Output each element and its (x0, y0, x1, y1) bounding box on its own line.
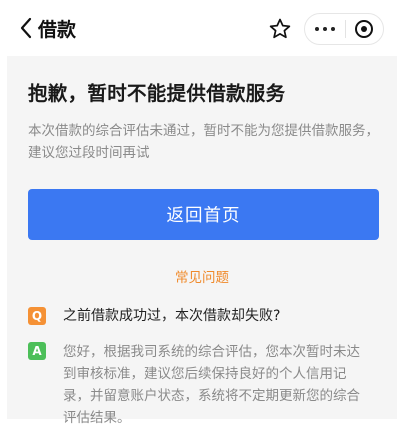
answer-badge: A (28, 342, 46, 360)
chevron-left-icon (20, 17, 32, 39)
faq-title: 常见问题 (175, 270, 229, 286)
target-circle-icon (355, 20, 374, 38)
favorite-button[interactable] (268, 17, 292, 41)
more-button[interactable] (305, 14, 345, 44)
result-headline: 抱歉，暂时不能提供借款服务 (28, 82, 286, 105)
navigation-bar: 借款 (0, 0, 404, 56)
more-dots-icon (314, 27, 335, 31)
star-outline-icon (269, 18, 291, 39)
faq-answer-row: A 您好，根据我司系统的综合评估，您本次暂时未达到审核标准，建议您后续保持良好的… (28, 341, 383, 429)
close-mini-program-button[interactable] (345, 14, 383, 44)
faq-question-row: Q 之前借款成功过，本次借款却失败? (28, 306, 383, 326)
back-button[interactable]: 借款 (20, 14, 76, 42)
result-description: 本次借款的综合评估未通过，暂时不能为您提供借款服务，建议您过段时间再试 (28, 123, 379, 161)
page-title: 借款 (38, 18, 77, 41)
mini-program-capsule (304, 13, 384, 45)
result-panel: 抱歉，暂时不能提供借款服务 本次借款的综合评估未通过，暂时不能为您提供借款服务，… (7, 56, 397, 426)
faq-answer: 您好，根据我司系统的综合评估，您本次暂时未达到审核标准，建议您后续保持良好的个人… (63, 344, 360, 426)
question-badge: Q (28, 307, 46, 325)
faq-question: 之前借款成功过，本次借款却失败? (63, 308, 281, 324)
back-to-home-button[interactable]: 返回首页 (28, 189, 379, 240)
